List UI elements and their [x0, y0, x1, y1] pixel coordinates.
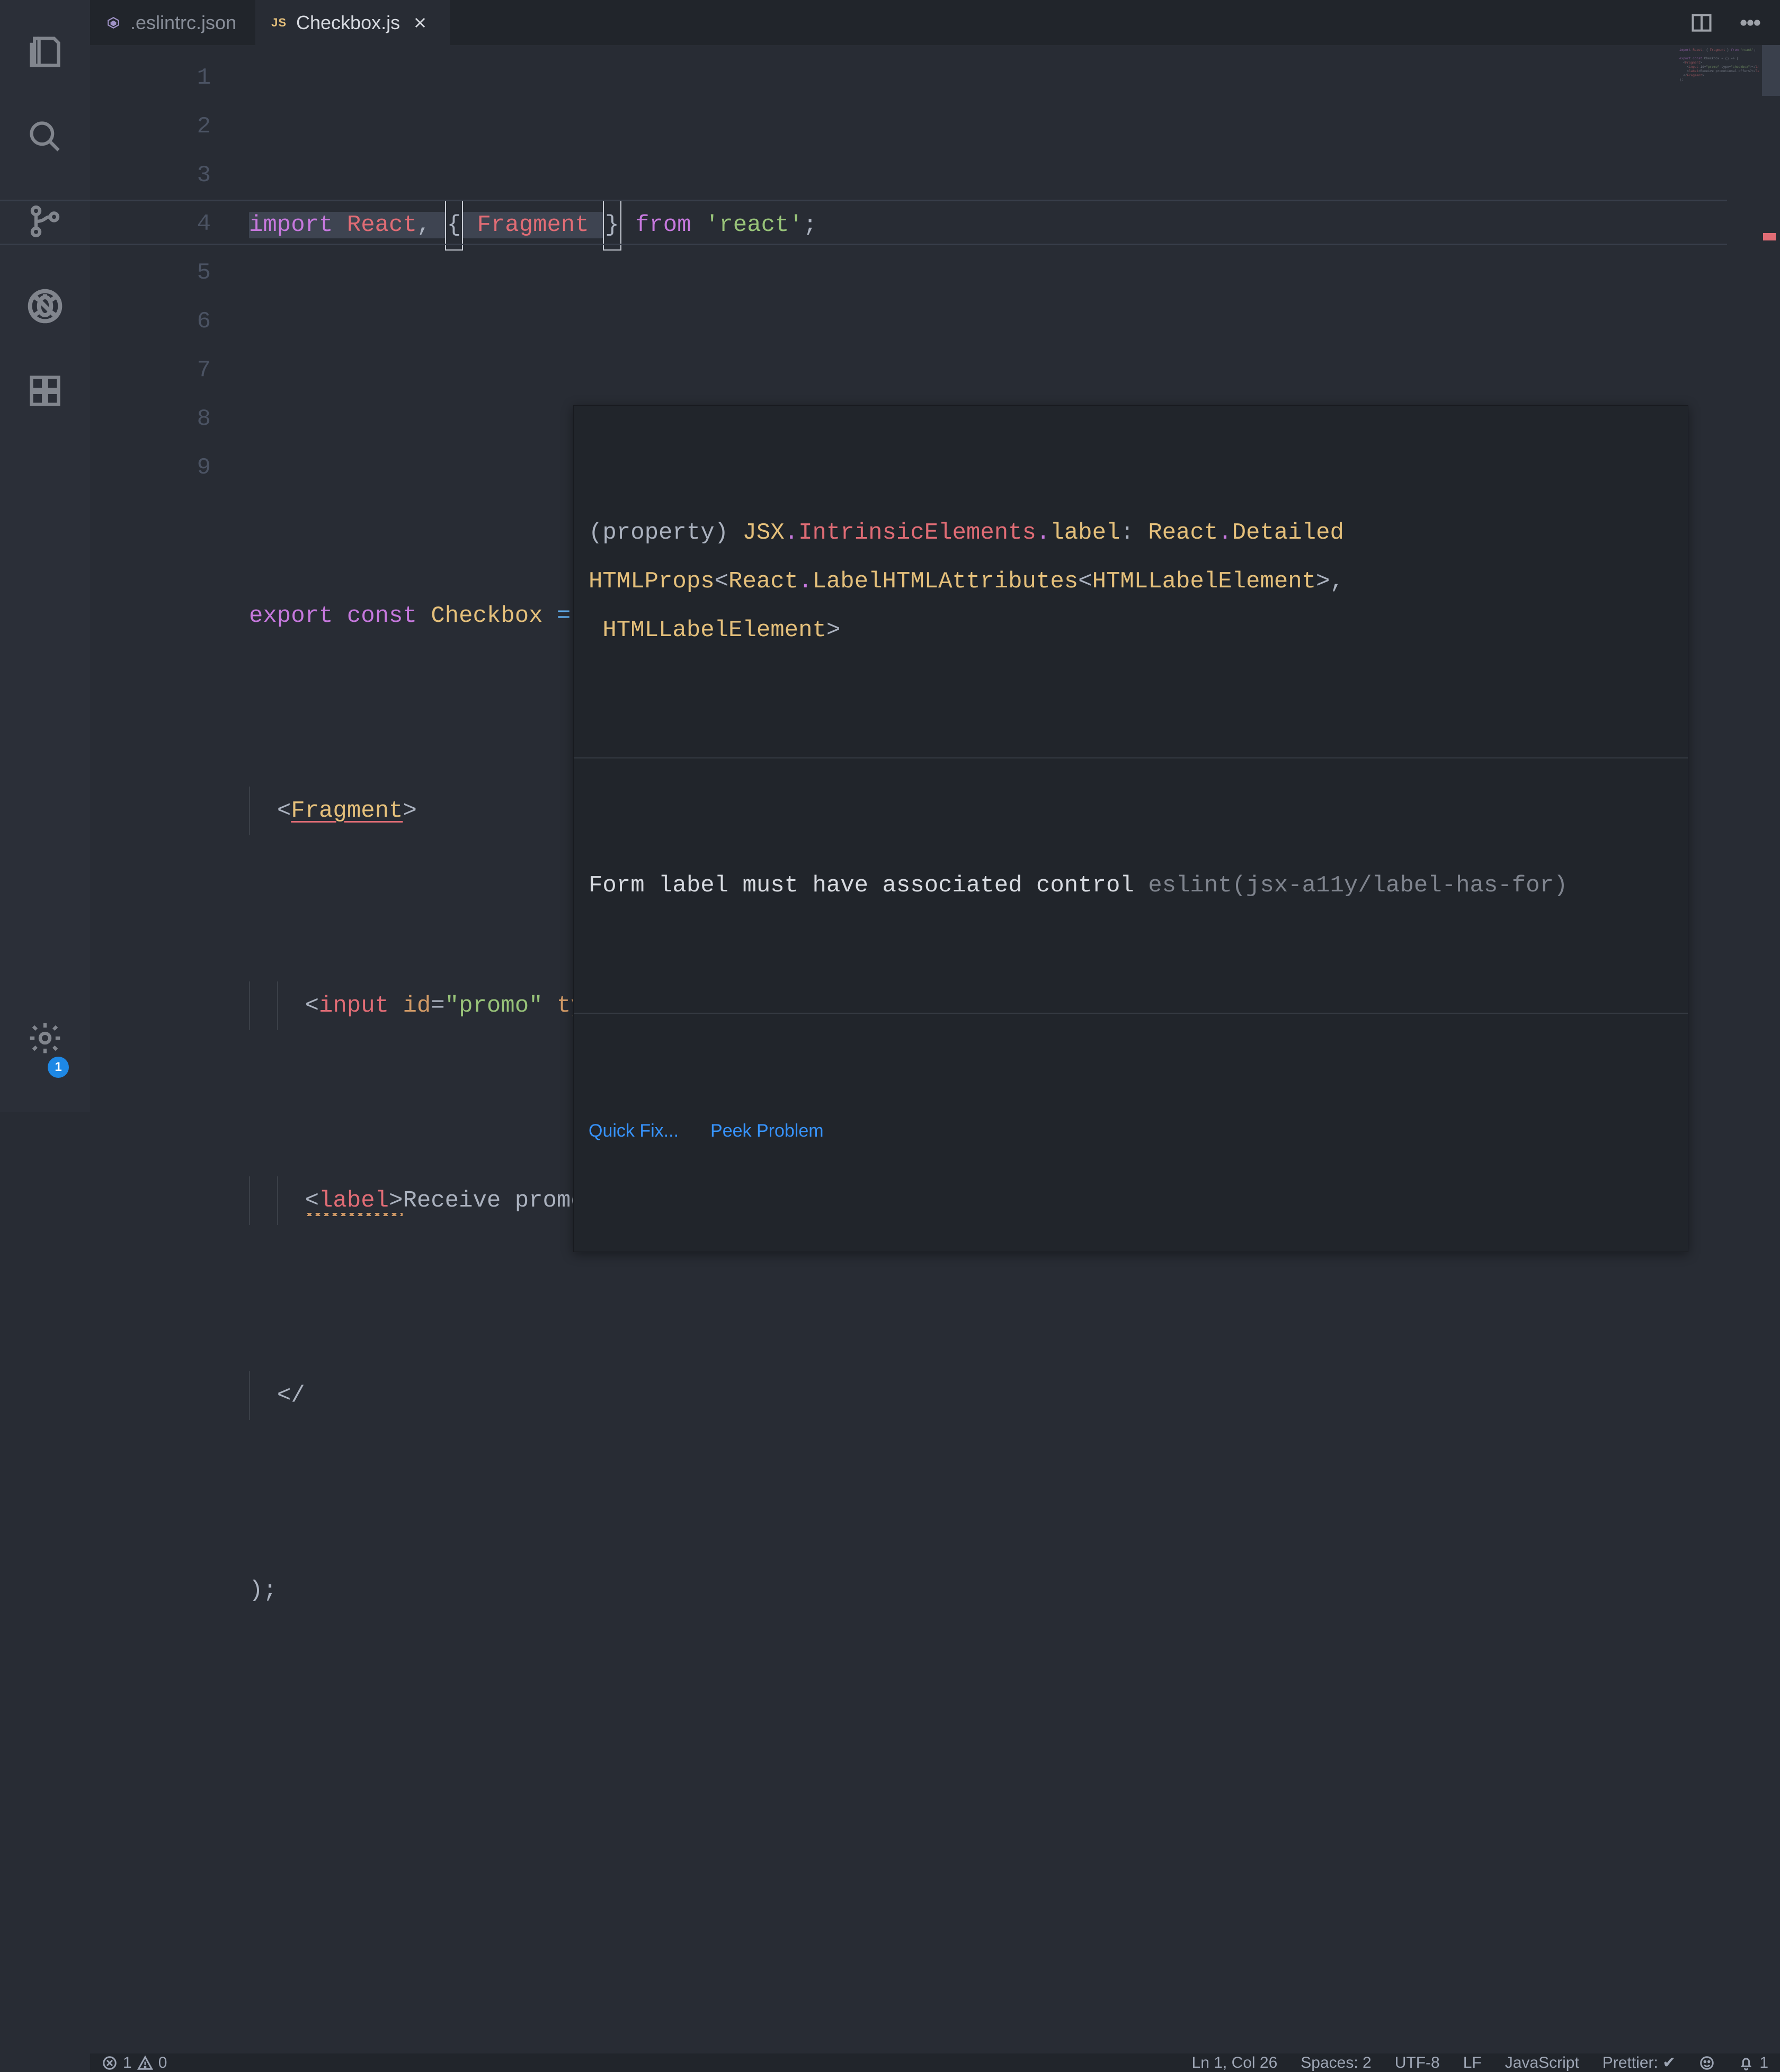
tab-label: Checkbox.js: [296, 0, 400, 45]
debug-disabled-icon[interactable]: [19, 280, 72, 333]
quick-fix-link[interactable]: Quick Fix...: [589, 1121, 679, 1141]
encoding-status[interactable]: UTF-8: [1383, 2054, 1452, 2072]
eol-status[interactable]: LF: [1452, 2054, 1493, 2072]
tab-eslintrc[interactable]: .eslintrc.json: [90, 0, 255, 45]
cursor-position[interactable]: Ln 1, Col 26: [1180, 2054, 1289, 2072]
tab-bar: .eslintrc.json JS Checkbox.js: [90, 0, 1780, 45]
hover-actions: Quick Fix... Peek Problem: [574, 1111, 1688, 1154]
source-control-icon[interactable]: [19, 195, 72, 248]
settings-badge: 1: [48, 1057, 69, 1078]
hover-lint-message: Form label must have associated control …: [574, 856, 1688, 915]
app-root: 1 .eslintrc.json JS Checkbox.js: [0, 0, 1780, 1112]
tab-label: .eslintrc.json: [130, 0, 236, 45]
explorer-icon[interactable]: [19, 25, 72, 78]
warning-icon: [137, 2055, 153, 2071]
js-badge-icon: JS: [271, 16, 287, 30]
more-actions-icon[interactable]: [1737, 9, 1764, 37]
code-line: [249, 1761, 1780, 1810]
language-mode[interactable]: JavaScript: [1493, 2054, 1591, 2072]
settings-gear-icon[interactable]: [19, 1012, 72, 1065]
minimap-preview: import React, { Fragment } from 'react';…: [1679, 48, 1759, 82]
activity-bar: 1: [0, 0, 90, 1112]
minimap[interactable]: import React, { Fragment } from 'react';…: [1674, 45, 1780, 2053]
code-line: );: [249, 1566, 1780, 1615]
bell-icon: [1738, 2055, 1754, 2071]
feedback-smiley-icon[interactable]: [1687, 2055, 1726, 2071]
status-bar: 1 0 Ln 1, Col 26 Spaces: 2 UTF-8 LF Java…: [90, 2053, 1780, 2072]
code-line: import React, { Fragment } from 'react';: [249, 200, 1780, 251]
line-gutter: 1 2 3 4 5 6 7 8 9: [90, 45, 249, 2053]
hover-type-info: (property) JSX.IntrinsicElements.label: …: [574, 503, 1688, 660]
overview-error-mark[interactable]: [1763, 233, 1776, 240]
extensions-icon[interactable]: [19, 364, 72, 417]
search-icon[interactable]: [19, 110, 72, 163]
tab-checkbox-js[interactable]: JS Checkbox.js: [255, 0, 450, 45]
code-line: </: [249, 1371, 1780, 1420]
main-area: .eslintrc.json JS Checkbox.js: [90, 0, 1780, 1112]
scrollbar-thumb[interactable]: [1762, 45, 1780, 96]
indentation-status[interactable]: Spaces: 2: [1289, 2054, 1383, 2072]
notifications-bell[interactable]: 1: [1726, 2054, 1780, 2072]
split-editor-icon[interactable]: [1688, 9, 1715, 37]
problems-status[interactable]: 1 0: [90, 2054, 179, 2072]
code-area[interactable]: import React, { Fragment } from 'react';…: [249, 45, 1780, 2053]
close-icon[interactable]: [410, 12, 431, 33]
prettier-status[interactable]: Prettier: ✔: [1591, 2053, 1688, 2072]
eslint-icon: [106, 15, 121, 30]
error-icon: [102, 2055, 118, 2071]
peek-problem-link[interactable]: Peek Problem: [710, 1121, 824, 1141]
editor[interactable]: 1 2 3 4 5 6 7 8 9 import React, { Fragme…: [90, 45, 1780, 2053]
editor-title-actions: [1672, 0, 1780, 45]
hover-widget: (property) JSX.IntrinsicElements.label: …: [573, 405, 1688, 1252]
